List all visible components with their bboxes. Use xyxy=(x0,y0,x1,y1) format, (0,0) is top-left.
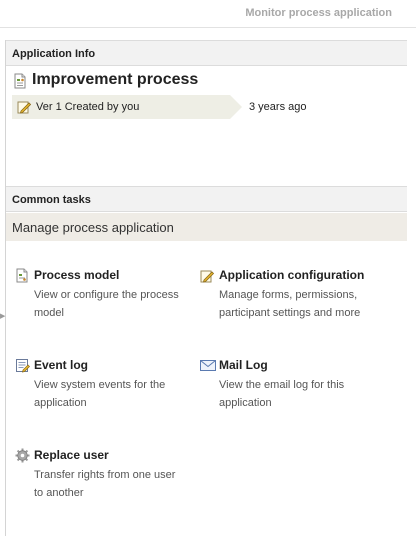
version-row: Ver 1 Created by you 3 years ago xyxy=(6,94,407,120)
main-panel: Application Info Improvement process Ver… xyxy=(5,40,407,536)
application-info-header: Application Info xyxy=(6,40,407,66)
panel-collapse-handle[interactable]: ▶ xyxy=(0,310,5,324)
event-log-description: View system events for the application xyxy=(34,379,166,409)
task-application-configuration: Application configuration Manage forms, … xyxy=(200,266,380,322)
process-model-icon xyxy=(15,268,30,283)
version-label: Ver 1 Created by you xyxy=(36,101,140,113)
monitor-process-link[interactable]: Monitor process application xyxy=(245,7,392,19)
event-log-link[interactable]: Event log xyxy=(34,358,88,372)
mail-icon xyxy=(200,358,216,373)
application-configuration-link[interactable]: Application configuration xyxy=(219,268,364,282)
version-timestamp: 3 years ago xyxy=(249,101,307,113)
task-replace-user: Replace user Transfer rights from one us… xyxy=(15,446,195,502)
process-document-icon xyxy=(13,73,28,88)
process-model-link[interactable]: Process model xyxy=(34,268,119,282)
common-tasks-header: Common tasks xyxy=(6,186,407,212)
pencil-icon xyxy=(200,268,215,283)
version-pencil-icon xyxy=(17,100,32,115)
task-mail-log: Mail Log View the email log for this app… xyxy=(200,356,380,412)
gear-icon xyxy=(15,448,30,463)
application-title: Improvement process xyxy=(32,71,199,88)
mail-log-description: View the email log for this application xyxy=(219,379,345,409)
task-process-model: Process model View or configure the proc… xyxy=(15,266,195,322)
replace-user-description: Transfer rights from one user to another xyxy=(34,469,176,499)
version-tag[interactable]: Ver 1 Created by you xyxy=(12,95,242,119)
process-model-description: View or configure the process model xyxy=(34,289,179,319)
application-configuration-description: Manage forms, permissions, participant s… xyxy=(219,289,361,319)
task-grid: Process model View or configure the proc… xyxy=(6,241,407,536)
replace-user-link[interactable]: Replace user xyxy=(34,448,109,462)
mail-log-link[interactable]: Mail Log xyxy=(219,358,268,372)
event-log-icon xyxy=(15,358,30,373)
task-event-log: Event log View system events for the app… xyxy=(15,356,195,412)
top-bar: Monitor process application xyxy=(0,0,416,28)
manage-process-band: Manage process application xyxy=(6,213,407,241)
app-title-row: Improvement process xyxy=(6,67,407,93)
